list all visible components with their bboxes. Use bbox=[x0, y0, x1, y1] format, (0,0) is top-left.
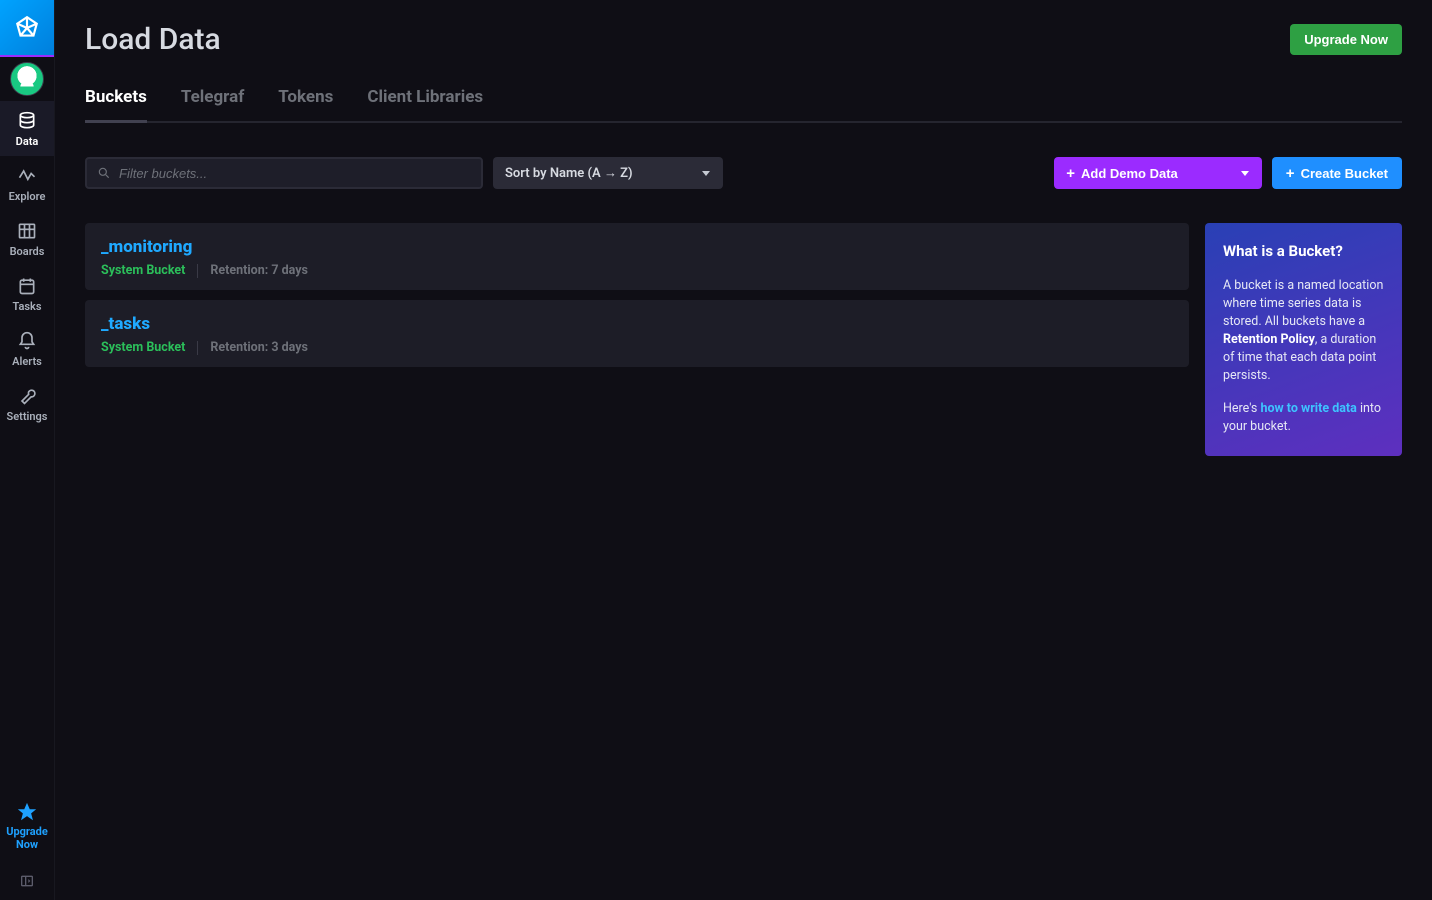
divider bbox=[197, 341, 198, 355]
nav-item-tasks[interactable]: Tasks bbox=[0, 266, 54, 321]
sidebar: Data Explore Boards Tasks Alerts Setting… bbox=[0, 0, 55, 900]
nav-label: Tasks bbox=[12, 300, 41, 313]
page-title: Load Data bbox=[85, 22, 221, 57]
main-content: Load Data Upgrade Now Buckets Telegraf T… bbox=[55, 0, 1432, 900]
nav-label: Data bbox=[16, 135, 39, 148]
bucket-badge: System Bucket bbox=[101, 263, 185, 278]
chevron-down-icon bbox=[701, 168, 711, 178]
nav-item-alerts[interactable]: Alerts bbox=[0, 321, 54, 376]
upgrade-now-button[interactable]: Upgrade Now bbox=[1290, 24, 1402, 55]
nav-item-explore[interactable]: Explore bbox=[0, 156, 54, 211]
plus-icon: + bbox=[1066, 166, 1075, 181]
sort-dropdown[interactable]: Sort by Name (A → Z) bbox=[493, 157, 723, 189]
nav-label: Settings bbox=[7, 410, 48, 423]
user-avatar[interactable] bbox=[0, 55, 54, 101]
nav-upgrade-label: Upgrade Now bbox=[6, 825, 48, 852]
nav-upgrade[interactable]: Upgrade Now bbox=[0, 795, 54, 863]
bucket-badge: System Bucket bbox=[101, 340, 185, 355]
calendar-icon bbox=[17, 276, 37, 296]
bell-icon bbox=[17, 331, 37, 351]
plus-icon: + bbox=[1286, 166, 1295, 181]
tabs: Buckets Telegraf Tokens Client Libraries bbox=[85, 87, 1402, 123]
tab-telegraf[interactable]: Telegraf bbox=[181, 87, 244, 121]
collapse-icon bbox=[19, 873, 35, 889]
add-demo-data-button[interactable]: + Add Demo Data bbox=[1054, 157, 1262, 189]
nav-label: Alerts bbox=[12, 355, 42, 368]
nav-label: Explore bbox=[9, 190, 46, 203]
database-icon bbox=[17, 111, 37, 131]
app-logo[interactable] bbox=[0, 0, 54, 55]
bucket-name[interactable]: _tasks bbox=[101, 314, 1173, 334]
info-paragraph-1: A bucket is a named location where time … bbox=[1223, 277, 1384, 386]
tab-buckets[interactable]: Buckets bbox=[85, 87, 147, 121]
info-panel: What is a Bucket? A bucket is a named lo… bbox=[1205, 223, 1402, 456]
nav-label: Boards bbox=[10, 245, 45, 258]
create-bucket-button[interactable]: + Create Bucket bbox=[1272, 157, 1402, 189]
wrench-icon bbox=[17, 386, 37, 406]
info-title: What is a Bucket? bbox=[1223, 241, 1384, 263]
explore-icon bbox=[17, 166, 37, 186]
boards-icon bbox=[17, 221, 37, 241]
filter-buckets-wrapper bbox=[85, 157, 483, 189]
sort-label: Sort by Name (A → Z) bbox=[505, 165, 633, 181]
bucket-name[interactable]: _monitoring bbox=[101, 237, 1173, 257]
how-to-write-data-link[interactable]: how to write data bbox=[1260, 401, 1356, 416]
nav-item-data[interactable]: Data bbox=[0, 101, 54, 156]
nav-collapse[interactable] bbox=[0, 862, 54, 900]
info-paragraph-2: Here's how to write data into your bucke… bbox=[1223, 400, 1384, 436]
nav-item-settings[interactable]: Settings bbox=[0, 376, 54, 431]
bucket-list: _monitoring System Bucket Retention: 7 d… bbox=[85, 223, 1189, 367]
bucket-retention: Retention: 3 days bbox=[210, 340, 308, 355]
search-icon bbox=[97, 166, 111, 180]
divider bbox=[197, 264, 198, 278]
tab-libraries[interactable]: Client Libraries bbox=[367, 87, 483, 121]
star-icon bbox=[16, 801, 38, 823]
bucket-retention: Retention: 7 days bbox=[210, 263, 308, 278]
tab-tokens[interactable]: Tokens bbox=[278, 87, 333, 121]
bucket-card[interactable]: _monitoring System Bucket Retention: 7 d… bbox=[85, 223, 1189, 290]
nav-item-boards[interactable]: Boards bbox=[0, 211, 54, 266]
filter-buckets-input[interactable] bbox=[119, 166, 471, 181]
chevron-down-icon bbox=[1240, 168, 1250, 178]
bucket-card[interactable]: _tasks System Bucket Retention: 3 days bbox=[85, 300, 1189, 367]
